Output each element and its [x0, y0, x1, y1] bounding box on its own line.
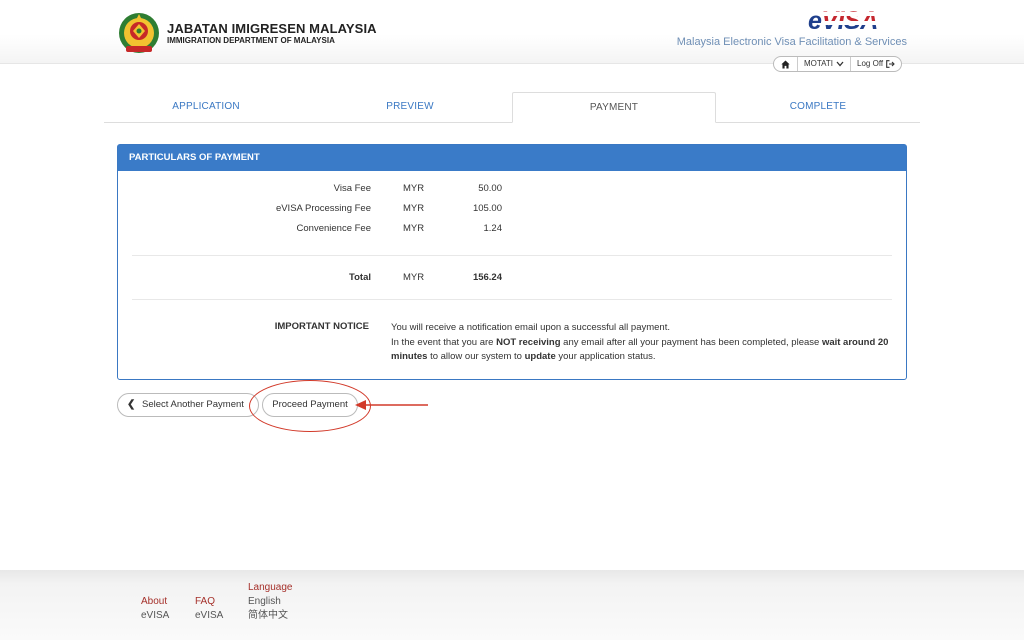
annotation-arrow-icon	[355, 400, 428, 410]
notice-label: IMPORTANT NOTICE	[274, 321, 369, 332]
immigration-crest-logo	[119, 13, 159, 53]
home-icon	[781, 59, 790, 69]
divider	[132, 299, 892, 300]
footer-about-link[interactable]: About	[141, 595, 169, 609]
language-option-chinese[interactable]: 简体中文	[248, 609, 293, 623]
payment-panel: PARTICULARS OF PAYMENT Visa Fee MYR 50.0…	[117, 144, 907, 380]
fee-amount: 1.24	[483, 223, 503, 234]
select-another-payment-button[interactable]: ❮ Select Another Payment	[117, 393, 259, 417]
footer-faq-sub: eVISA	[195, 610, 224, 621]
chevron-down-icon	[836, 61, 844, 67]
footer-about-sub: eVISA	[141, 610, 170, 621]
footer-language: Language English 简体中文	[248, 581, 293, 623]
notice-emphasis: NOT receiving	[496, 336, 561, 348]
fee-amount: 105.00	[472, 203, 502, 214]
notice-text: You will receive a notification email up…	[391, 321, 891, 365]
fee-row-visa: Visa Fee MYR 50.00	[118, 183, 908, 197]
home-button[interactable]	[774, 57, 798, 71]
tab-preview[interactable]: PREVIEW	[308, 92, 512, 122]
fee-label: Convenience Fee	[296, 223, 371, 234]
tab-application[interactable]: APPLICATION	[104, 92, 308, 122]
user-menu-button[interactable]: MOTATI	[798, 57, 852, 71]
fee-label: eVISA Processing Fee	[275, 203, 371, 214]
user-toolbar: MOTATI Log Off	[773, 56, 903, 72]
footer-language-heading: Language	[248, 582, 293, 593]
notice-text-part: your application status.	[555, 351, 656, 362]
notice-text-part: any email after all your payment has bee…	[560, 336, 822, 348]
fee-row-processing: eVISA Processing Fee MYR 105.00	[118, 203, 908, 217]
total-label: Total	[349, 272, 371, 283]
total-currency: MYR	[403, 272, 425, 283]
chevron-left-icon: ❮	[127, 399, 136, 410]
tab-payment[interactable]: PAYMENT	[512, 92, 716, 123]
total-row: Total MYR 156.24	[118, 272, 908, 286]
notice-line-2: In the event that you are NOT receiving …	[391, 336, 891, 365]
footer: About eVISA FAQ eVISA Language English 简…	[0, 570, 1024, 640]
divider	[132, 255, 892, 256]
evisa-logo: eVISA	[808, 7, 878, 35]
user-name: MOTATI	[804, 59, 834, 68]
total-amount: 156.24	[472, 272, 502, 283]
notice-text-part: to allow our system to	[427, 351, 525, 362]
wizard-tabs: APPLICATION PREVIEW PAYMENT COMPLETE	[104, 92, 920, 123]
logout-icon	[886, 60, 895, 68]
notice-emphasis: update	[524, 351, 556, 362]
fee-currency: MYR	[403, 203, 425, 214]
notice-text-part: In the event that you are	[391, 336, 497, 348]
org-title: JABATAN IMIGRESEN MALAYSIA	[167, 21, 377, 36]
language-option-english[interactable]: English	[248, 595, 293, 609]
footer-faq-link[interactable]: FAQ	[195, 595, 223, 609]
fee-currency: MYR	[403, 183, 425, 194]
logout-label: Log Off	[857, 59, 884, 68]
logout-button[interactable]: Log Off	[851, 57, 901, 71]
footer-faq: FAQ eVISA	[195, 595, 223, 623]
fee-amount: 50.00	[478, 183, 502, 194]
org-subtitle: IMMIGRATION DEPARTMENT OF MALAYSIA	[167, 36, 335, 45]
fee-currency: MYR	[403, 223, 425, 234]
fee-row-convenience: Convenience Fee MYR 1.24	[118, 223, 908, 237]
header: JABATAN IMIGRESEN MALAYSIA IMMIGRATION D…	[0, 0, 1024, 64]
notice-line-1: You will receive a notification email up…	[391, 322, 670, 333]
fee-label: Visa Fee	[333, 183, 371, 194]
footer-about: About eVISA	[141, 595, 169, 623]
brand-tagline: Malaysia Electronic Visa Facilitation & …	[676, 36, 907, 48]
back-button-label: Select Another Payment	[142, 399, 244, 410]
panel-title: PARTICULARS OF PAYMENT	[118, 145, 906, 171]
tab-complete[interactable]: COMPLETE	[716, 92, 920, 122]
